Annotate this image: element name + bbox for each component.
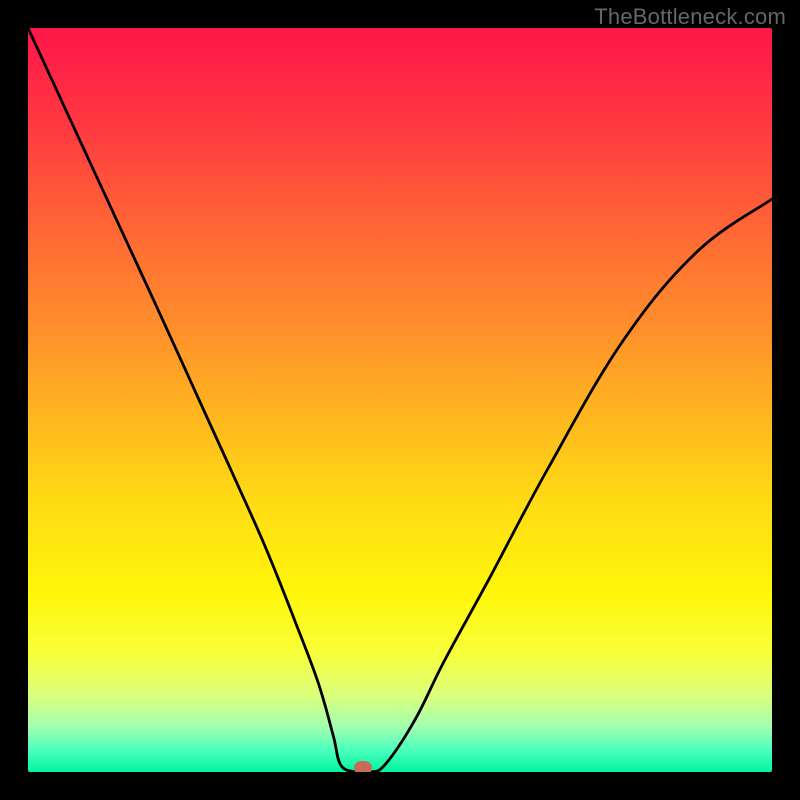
plot-area: [28, 28, 772, 772]
chart-stage: TheBottleneck.com: [0, 0, 800, 800]
watermark-text: TheBottleneck.com: [594, 4, 786, 30]
bottleneck-curve: [28, 28, 772, 772]
optimum-marker-icon: [354, 761, 372, 772]
